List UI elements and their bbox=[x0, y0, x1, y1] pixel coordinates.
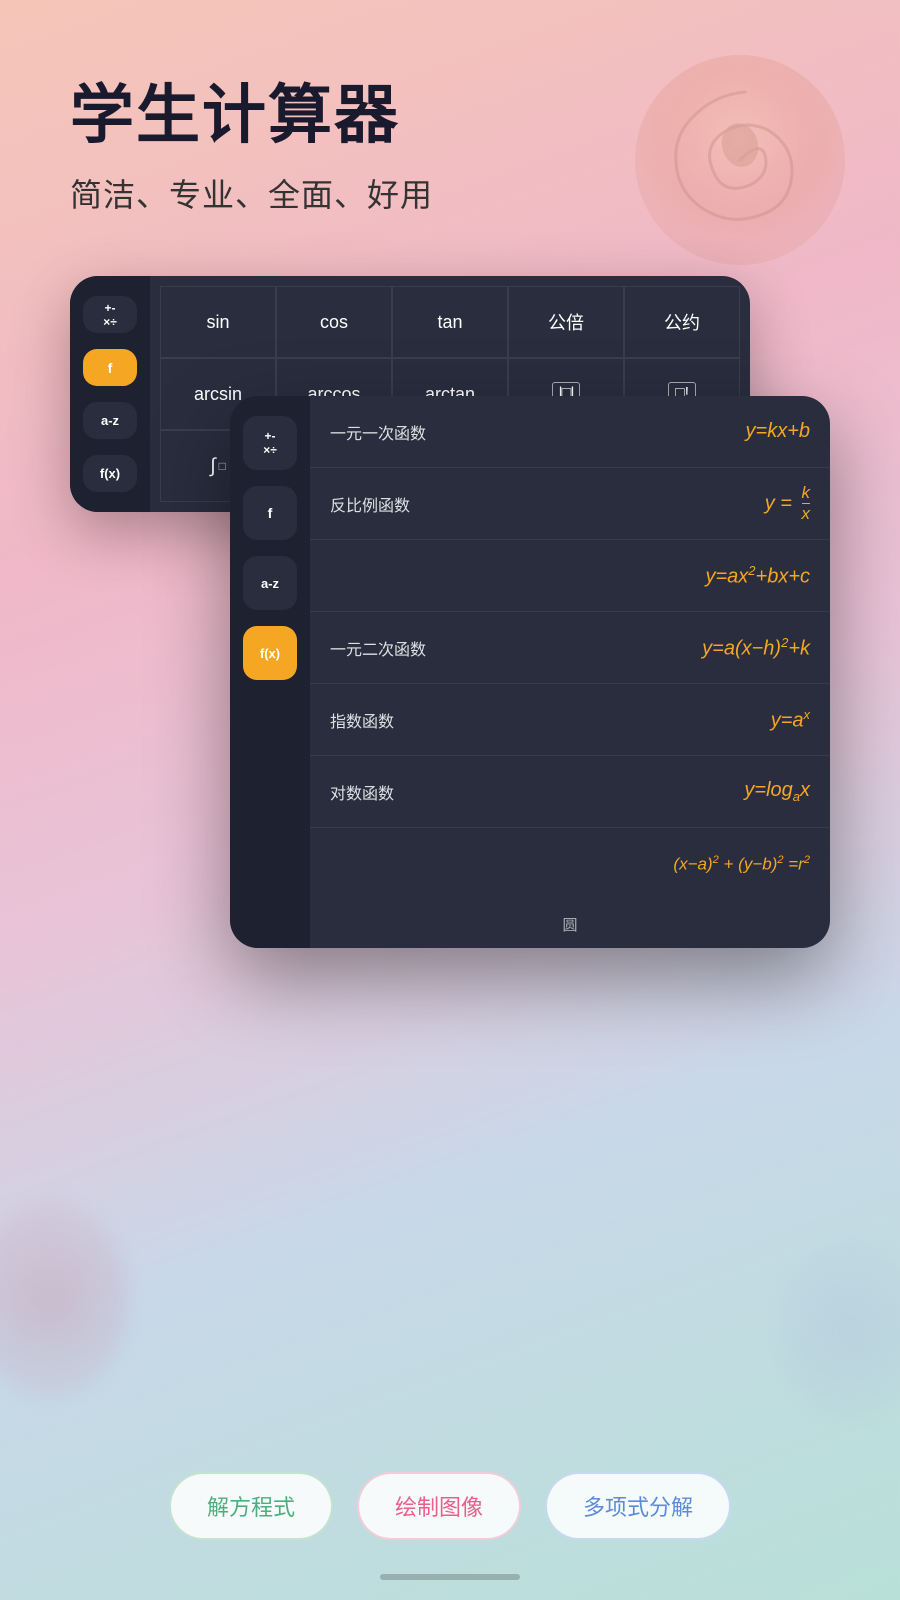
func-formula-circle: (x−a)2 + (y−b)2 =r2 bbox=[490, 854, 810, 875]
btn-gcd[interactable]: 公约 bbox=[624, 286, 740, 358]
sidebar-btn-fx[interactable]: f(x) bbox=[83, 455, 137, 492]
function-list-card: +-×÷ f a-z f(x) 一元一次函数 y=kx+b 反比例函数 y = … bbox=[230, 396, 830, 948]
func-formula-exp: y=ax bbox=[490, 707, 810, 733]
func-row-exp[interactable]: 指数函数 y=ax bbox=[310, 684, 830, 756]
function-rows: 一元一次函数 y=kx+b 反比例函数 y = kx y=ax2+bx+c 一元… bbox=[310, 396, 830, 948]
func-row-inverse[interactable]: 反比例函数 y = kx bbox=[310, 468, 830, 540]
func-name-inverse: 反比例函数 bbox=[330, 492, 490, 516]
cards-container: +-×÷ f a-z f(x) sin cos tan 公倍 公约 arcsin… bbox=[70, 276, 830, 956]
pill-solve-equation[interactable]: 解方程式 bbox=[169, 1472, 333, 1540]
func-name-linear: 一元一次函数 bbox=[330, 420, 490, 444]
app-subtitle: 简洁、专业、全面、好用 bbox=[70, 170, 830, 216]
grid-row-1: sin cos tan 公倍 公约 bbox=[160, 286, 740, 358]
sidebar-btn-az[interactable]: a-z bbox=[83, 402, 137, 439]
decorative-blob-right bbox=[780, 1240, 900, 1420]
func-formula-quad1: y=ax2+bx+c bbox=[490, 563, 810, 589]
func-sidebar-btn-ops[interactable]: +-×÷ bbox=[243, 416, 297, 470]
func-formula-quad2: y=a(x−h)2+k bbox=[490, 635, 810, 661]
func-row-circle-label[interactable]: 圆 bbox=[310, 900, 830, 948]
header: 学生计算器 简洁、专业、全面、好用 bbox=[0, 0, 900, 236]
func-sidebar-btn-fx[interactable]: f(x) bbox=[243, 626, 297, 680]
bottom-pills: 解方程式 绘制图像 多项式分解 bbox=[0, 1472, 900, 1540]
func-name-log: 对数函数 bbox=[330, 780, 490, 804]
func-formula-log: y=logax bbox=[490, 779, 810, 804]
func-row-circle-eq[interactable]: (x−a)2 + (y−b)2 =r2 bbox=[310, 828, 830, 900]
pill-factorize[interactable]: 多项式分解 bbox=[545, 1472, 731, 1540]
func-name-quad: 一元二次函数 bbox=[330, 636, 490, 660]
sidebar-btn-ops[interactable]: +-×÷ bbox=[83, 296, 137, 333]
btn-sin[interactable]: sin bbox=[160, 286, 276, 358]
func-row-quad[interactable]: 一元二次函数 y=a(x−h)2+k bbox=[310, 612, 830, 684]
func-row-linear[interactable]: 一元一次函数 y=kx+b bbox=[310, 396, 830, 468]
pill-draw-graph[interactable]: 绘制图像 bbox=[357, 1472, 521, 1540]
btn-lcm[interactable]: 公倍 bbox=[508, 286, 624, 358]
home-indicator bbox=[380, 1574, 520, 1580]
func-sidebar: +-×÷ f a-z f(x) bbox=[230, 396, 310, 948]
calc-sidebar: +-×÷ f a-z f(x) bbox=[70, 276, 150, 512]
func-sidebar-btn-az[interactable]: a-z bbox=[243, 556, 297, 610]
decorative-blob-left bbox=[0, 1200, 130, 1400]
func-sidebar-btn-f[interactable]: f bbox=[243, 486, 297, 540]
sidebar-btn-f[interactable]: f bbox=[83, 349, 137, 386]
func-name-exp: 指数函数 bbox=[330, 708, 490, 732]
app-title: 学生计算器 bbox=[70, 80, 830, 150]
func-formula-linear: y=kx+b bbox=[490, 420, 810, 443]
func-name-circle: 圆 bbox=[562, 914, 577, 935]
btn-tan[interactable]: tan bbox=[392, 286, 508, 358]
func-row-log[interactable]: 对数函数 y=logax bbox=[310, 756, 830, 828]
func-row-quad1[interactable]: y=ax2+bx+c bbox=[310, 540, 830, 612]
btn-cos[interactable]: cos bbox=[276, 286, 392, 358]
func-formula-inverse: y = kx bbox=[490, 484, 810, 524]
